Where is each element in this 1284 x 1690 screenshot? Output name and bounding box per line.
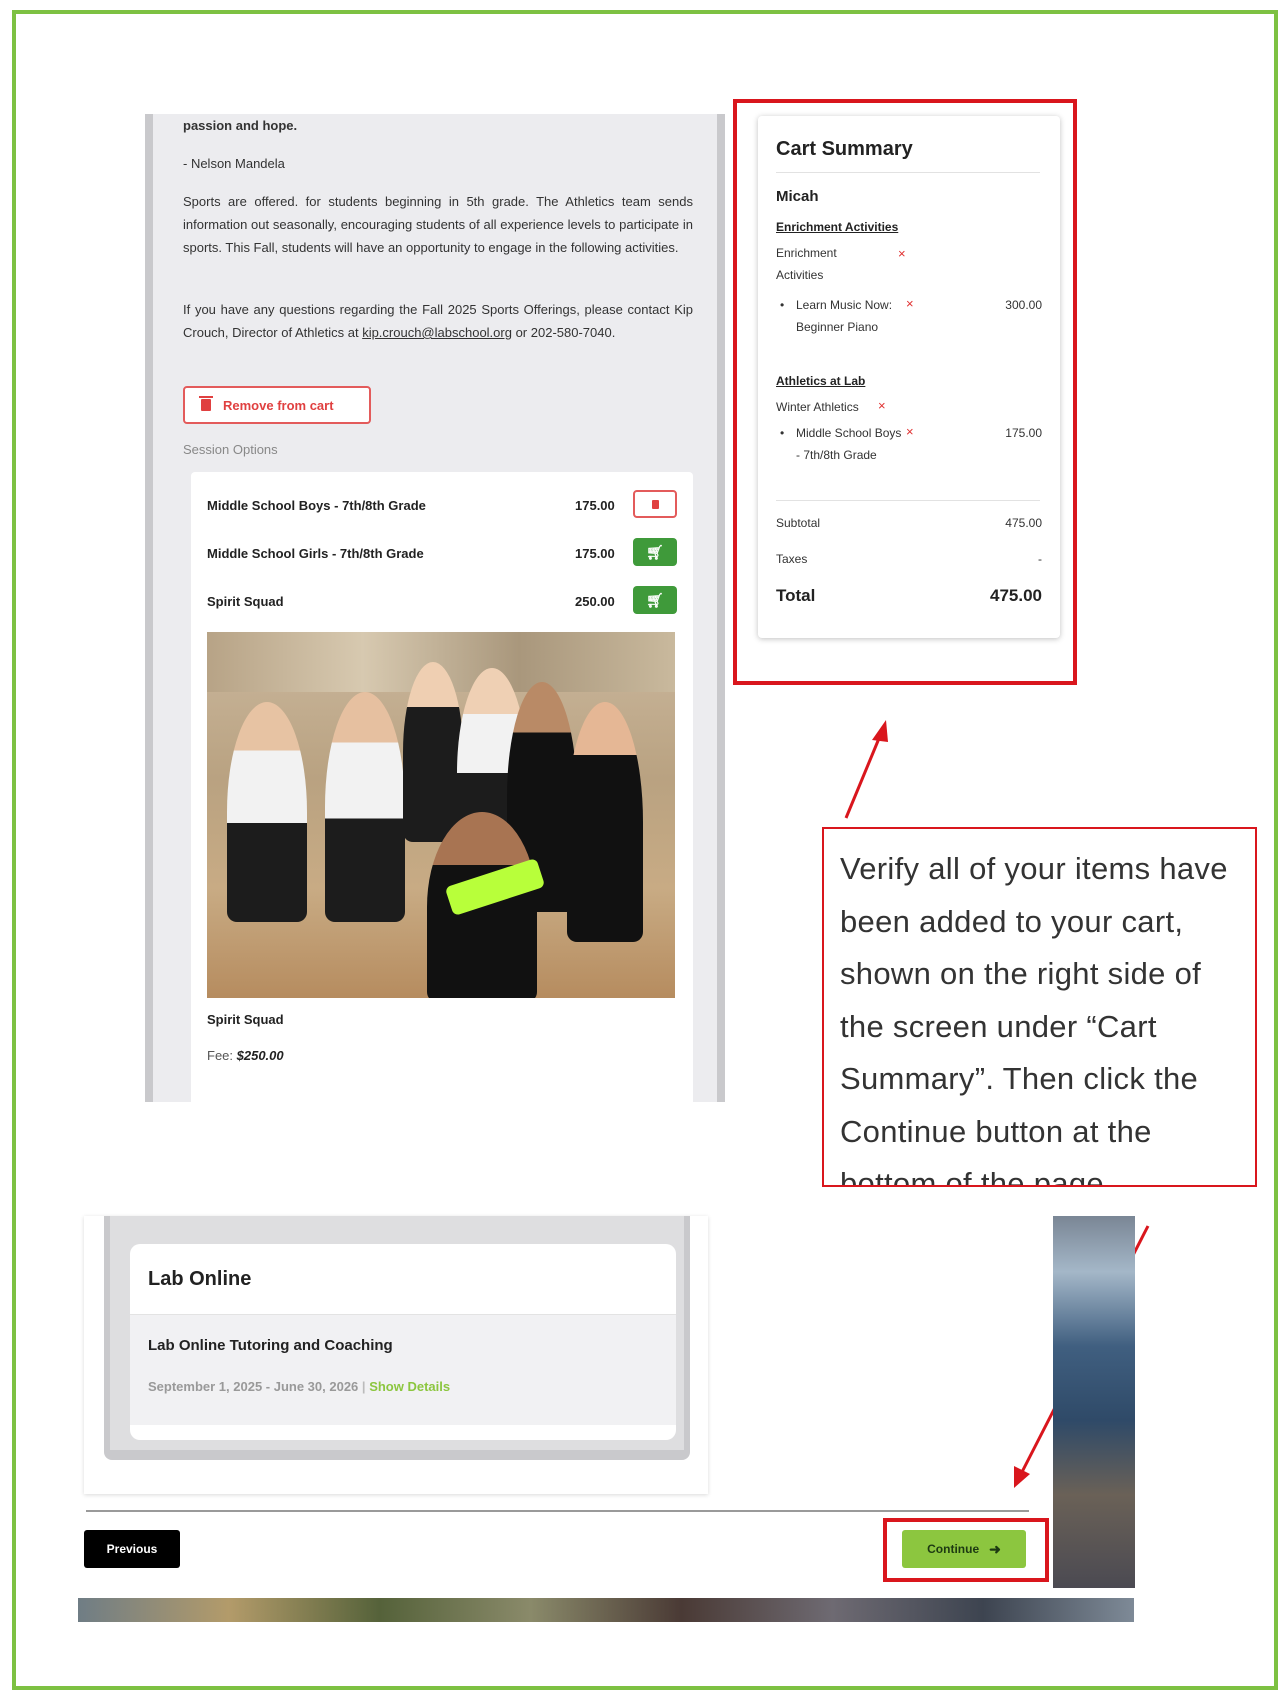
continue-button[interactable]: Continue ➜ — [902, 1530, 1026, 1568]
course-dates-line: September 1, 2025 - June 30, 2026 | Show… — [148, 1379, 450, 1394]
course-title: Lab Online Tutoring and Coaching — [148, 1337, 393, 1354]
arrow-to-cart — [844, 735, 882, 819]
lab-online-course: Lab Online Tutoring and Coaching Septemb… — [130, 1315, 676, 1425]
lab-online-panel: Lab Online Lab Online Tutoring and Coach… — [104, 1216, 690, 1460]
show-details-link[interactable]: Show Details — [369, 1379, 450, 1394]
lab-online-screenshot: Lab Online Lab Online Tutoring and Coach… — [84, 1216, 708, 1494]
course-dates: September 1, 2025 - June 30, 2026 — [148, 1379, 359, 1394]
previous-button[interactable]: Previous — [84, 1530, 180, 1568]
footer-divider — [86, 1510, 1029, 1512]
campus-building-image — [1053, 1216, 1135, 1588]
lab-online-card: Lab Online Lab Online Tutoring and Coach… — [130, 1244, 676, 1440]
campus-banner-image — [78, 1598, 1134, 1622]
separator: | — [361, 1379, 366, 1394]
lab-online-title: Lab Online — [148, 1268, 252, 1290]
continue-label: Continue — [927, 1542, 980, 1556]
arrow-right-icon: ➜ — [989, 1540, 1001, 1557]
lab-online-header: Lab Online — [130, 1244, 676, 1315]
arrow-head-cart — [872, 720, 888, 742]
